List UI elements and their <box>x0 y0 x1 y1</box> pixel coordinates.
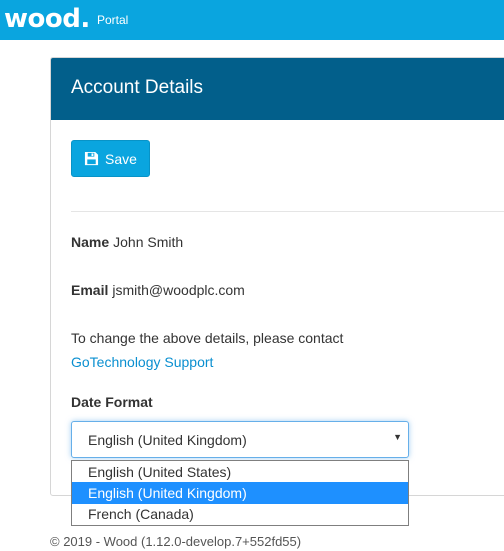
name-row: Name John Smith <box>71 234 183 250</box>
date-format-label: Date Format <box>71 394 153 410</box>
footer-copyright: © 2019 - Wood (1.12.0-develop.7+552fd55) <box>50 534 302 549</box>
page-title: Account Details <box>71 77 204 98</box>
wood-logo[interactable]: wood. <box>4 2 90 36</box>
support-link[interactable]: GoTechnology Support <box>71 354 213 370</box>
divider <box>71 211 504 212</box>
date-format-dropdown: English (United States) English (United … <box>71 460 409 526</box>
logo-text: wood <box>4 4 81 34</box>
option-english-us[interactable]: English (United States) <box>72 461 408 483</box>
logo-dot: . <box>80 4 90 34</box>
option-french-canada[interactable]: French (Canada) <box>72 503 408 525</box>
option-english-uk[interactable]: English (United Kingdom) <box>72 482 408 504</box>
email-label: Email <box>71 282 109 298</box>
top-navbar: wood. Portal <box>0 0 504 40</box>
portal-label[interactable]: Portal <box>97 13 128 27</box>
account-details-panel: Account Details Save Name John Smith Emai… <box>50 57 504 526</box>
email-row: Email jsmith@woodplc.com <box>71 282 245 298</box>
save-button[interactable]: Save <box>71 140 150 177</box>
floppy-disk-icon <box>84 151 99 166</box>
contact-info-text: To change the above details, please cont… <box>71 330 344 346</box>
date-format-select[interactable]: English (United Kingdom) ▼ <box>71 421 409 458</box>
panel-header: Account Details <box>51 58 504 120</box>
email-value: jsmith@woodplc.com <box>112 282 245 298</box>
name-value: John Smith <box>113 234 184 250</box>
name-label: Name <box>71 234 110 250</box>
save-button-label: Save <box>105 150 137 167</box>
caret-down-icon: ▼ <box>393 432 402 442</box>
date-format-selected-value: English (United Kingdom) <box>88 432 247 448</box>
